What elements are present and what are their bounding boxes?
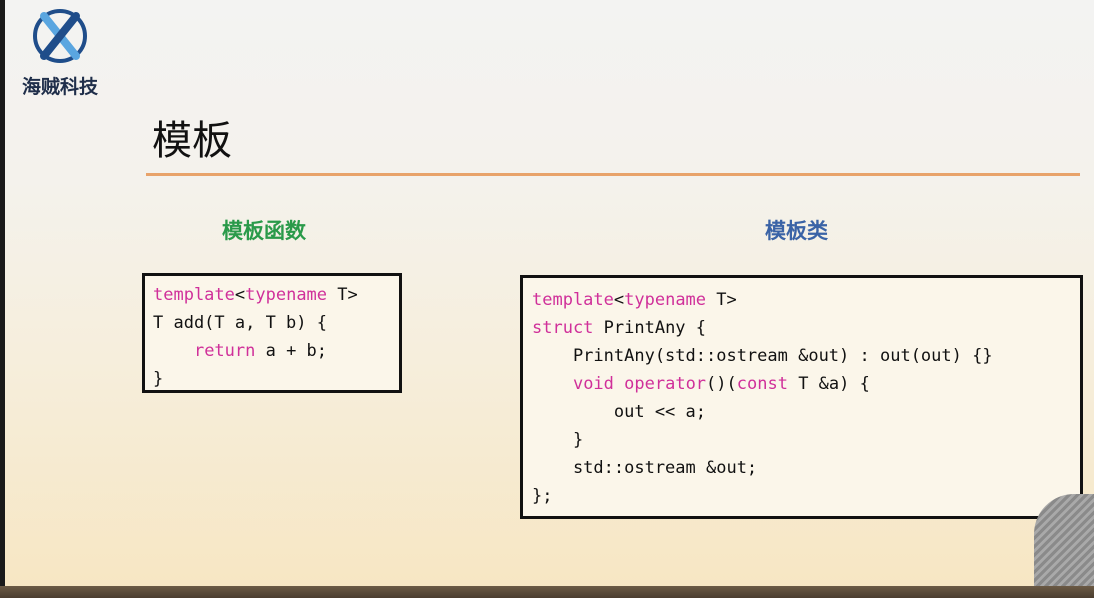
- code-text: a + b;: [255, 341, 328, 361]
- left-edge-strip: [0, 0, 5, 598]
- template-class-code: template<typename T> struct PrintAny { Pr…: [532, 286, 1071, 510]
- template-class-code-box: template<typename T> struct PrintAny { Pr…: [520, 275, 1083, 519]
- template-function-code-box: template<typename T> T add(T a, T b) { re…: [142, 273, 402, 393]
- code-text: <: [613, 290, 625, 310]
- code-text: };: [532, 486, 553, 506]
- code-text: T &a) {: [787, 374, 870, 394]
- code-keyword: const: [736, 374, 788, 394]
- template-class-heading: 模板类: [765, 218, 828, 243]
- code-line: }: [532, 426, 1071, 454]
- bottom-edge-strip: [0, 586, 1094, 598]
- code-line: out << a;: [532, 398, 1071, 426]
- logo-text: 海贼科技: [21, 76, 98, 98]
- code-keyword: return: [193, 341, 256, 361]
- code-line: }: [153, 365, 391, 393]
- code-line: std::ostream &out;: [532, 454, 1071, 482]
- code-keyword: template: [532, 290, 614, 310]
- title-divider: [146, 173, 1080, 176]
- template-function-heading: 模板函数: [222, 218, 306, 243]
- code-text: T add(T a, T b) {: [153, 313, 327, 333]
- company-logo: 海贼科技: [14, 8, 106, 98]
- code-keyword: typename: [245, 285, 328, 305]
- code-line: };: [532, 482, 1071, 510]
- presenter-shoulder: [1034, 494, 1094, 586]
- code-line: struct PrintAny {: [532, 314, 1071, 342]
- page-title: 模板: [152, 118, 232, 164]
- code-keyword: struct: [532, 318, 594, 338]
- code-text: PrintAny {: [593, 318, 707, 338]
- template-function-code: template<typename T> T add(T a, T b) { re…: [153, 281, 391, 393]
- code-text: std::ostream &out;: [532, 458, 758, 478]
- code-line: template<typename T>: [532, 286, 1071, 314]
- code-keyword: void: [572, 374, 614, 394]
- code-line: T add(T a, T b) {: [153, 309, 391, 337]
- code-text: <: [234, 285, 246, 305]
- code-text: }: [153, 369, 164, 389]
- code-text: PrintAny(std::ostream &out) : out(out) {…: [532, 346, 993, 366]
- code-text: out << a;: [532, 402, 706, 422]
- code-text: ()(: [706, 374, 737, 394]
- code-keyword: operator: [624, 374, 707, 394]
- code-text: T>: [327, 285, 358, 305]
- code-line: template<typename T>: [153, 281, 391, 309]
- code-keyword: typename: [624, 290, 707, 310]
- code-line: void operator()(const T &a) {: [532, 370, 1071, 398]
- code-keyword: template: [153, 285, 235, 305]
- code-text: }: [532, 430, 584, 450]
- code-line: PrintAny(std::ostream &out) : out(out) {…: [532, 342, 1071, 370]
- code-text: T>: [706, 290, 737, 310]
- x-logo-icon: [33, 9, 87, 63]
- code-line: return a + b;: [153, 337, 391, 365]
